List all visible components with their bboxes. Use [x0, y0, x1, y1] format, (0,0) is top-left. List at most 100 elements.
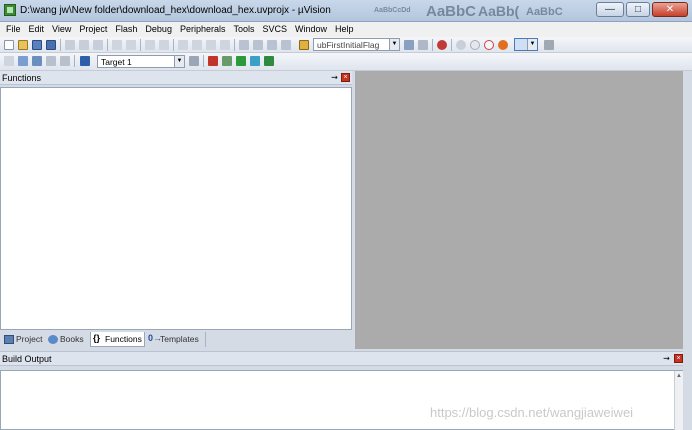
build-output-header: Build Output ⇝ ×	[0, 351, 692, 366]
pin-icon[interactable]: ⇝	[662, 354, 671, 363]
incremental-find-icon[interactable]	[418, 40, 428, 50]
prev-bookmark-icon[interactable]	[192, 40, 202, 50]
functions-icon: {}	[93, 333, 101, 343]
uncomment-icon[interactable]	[281, 40, 291, 50]
clear-bookmarks-icon[interactable]	[220, 40, 230, 50]
batch-build-icon[interactable]	[46, 56, 56, 66]
menu-view[interactable]: View	[48, 22, 75, 37]
menu-window[interactable]: Window	[291, 22, 331, 37]
menu-file[interactable]: File	[2, 22, 25, 37]
save-icon[interactable]	[32, 40, 42, 50]
cut-icon[interactable]	[65, 40, 75, 50]
chevron-down-icon[interactable]: ▼	[527, 39, 537, 50]
scroll-up-icon[interactable]: ▲	[675, 373, 683, 379]
find-combo[interactable]: ubFirstInitialFlag ▼	[313, 38, 400, 51]
disable-breakpoints-icon[interactable]	[484, 40, 494, 50]
menu-svcs[interactable]: SVCS	[259, 22, 292, 37]
build-icon[interactable]	[18, 56, 28, 66]
toolbar-separator	[451, 39, 452, 51]
watermark: https://blog.csdn.net/wangjiaweiwei	[430, 405, 634, 420]
functions-list[interactable]	[0, 87, 352, 330]
tab-templates[interactable]: 0→ Templates	[146, 332, 206, 347]
build-output-scrollbar[interactable]: ▲	[674, 371, 683, 430]
build-output-text[interactable]	[0, 370, 683, 430]
books-icon	[48, 335, 58, 344]
download-icon[interactable]	[80, 56, 90, 66]
toolbar-separator	[234, 39, 235, 51]
open-folder-icon[interactable]	[18, 40, 28, 50]
pack-installer-icon[interactable]	[264, 56, 274, 66]
tab-project[interactable]: Project	[2, 332, 45, 347]
stop-build-icon[interactable]	[60, 56, 70, 66]
ghost-style-3: AaBb(	[478, 3, 520, 19]
unindent-icon[interactable]	[253, 40, 263, 50]
target-options-icon[interactable]	[189, 56, 199, 66]
close-icon: ✕	[665, 4, 675, 15]
navigate-back-icon[interactable]	[145, 40, 155, 50]
menu-debug[interactable]: Debug	[141, 22, 176, 37]
minimize-icon: —	[605, 4, 615, 15]
tab-project-label: Project	[16, 334, 43, 344]
find-icon[interactable]	[404, 40, 414, 50]
kill-breakpoints-icon[interactable]	[498, 40, 508, 50]
file-toolbar: ubFirstInitialFlag ▼ ▼	[0, 37, 692, 53]
menu-project[interactable]: Project	[75, 22, 111, 37]
manage-project-items-icon[interactable]	[208, 56, 218, 66]
select-packs-icon[interactable]	[236, 56, 246, 66]
build-output-title: Build Output	[2, 354, 52, 364]
copy-icon[interactable]	[79, 40, 89, 50]
close-pane-icon[interactable]: ×	[341, 73, 350, 82]
tab-books[interactable]: Books	[46, 332, 89, 347]
menu-flash[interactable]: Flash	[111, 22, 141, 37]
redo-icon[interactable]	[126, 40, 136, 50]
undo-icon[interactable]	[112, 40, 122, 50]
window-title: D:\wang jw\New folder\download_hex\downl…	[20, 5, 331, 16]
close-pane-icon[interactable]: ×	[674, 354, 683, 363]
navigate-forward-icon[interactable]	[159, 40, 169, 50]
toolbar-separator	[173, 39, 174, 51]
new-file-icon[interactable]	[4, 40, 14, 50]
save-all-icon[interactable]	[46, 40, 56, 50]
comment-icon[interactable]	[267, 40, 277, 50]
project-icon	[4, 335, 14, 344]
find-combo-value: ubFirstInitialFlag	[317, 40, 380, 50]
chevron-down-icon[interactable]: ▼	[174, 56, 184, 67]
chevron-down-icon[interactable]: ▼	[389, 39, 399, 50]
find-in-files-icon[interactable]	[299, 40, 309, 50]
functions-pane-title: Functions	[2, 73, 42, 83]
bookmark-icon[interactable]	[178, 40, 188, 50]
close-window-button[interactable]: ✕	[652, 2, 688, 17]
background-ribbon-ghost: AaBbCcDd AaBbC AaBb( AaBbC	[360, 0, 590, 21]
manage-components-icon[interactable]	[222, 56, 232, 66]
toolbar-separator	[74, 55, 75, 67]
translate-icon[interactable]	[4, 56, 14, 66]
rebuild-icon[interactable]	[32, 56, 42, 66]
pin-icon[interactable]: ⇝	[330, 73, 339, 82]
window-layout-dropdown[interactable]: ▼	[514, 38, 538, 51]
menu-tools[interactable]: Tools	[229, 22, 258, 37]
build-toolbar: Target 1 ▼	[0, 53, 692, 71]
insert-breakpoint-icon[interactable]	[456, 40, 466, 50]
next-bookmark-icon[interactable]	[206, 40, 216, 50]
uvision-app-icon	[4, 4, 16, 16]
configure-icon[interactable]	[544, 40, 554, 50]
enable-breakpoint-icon[interactable]	[470, 40, 480, 50]
tab-functions-label: Functions	[105, 334, 142, 344]
paste-icon[interactable]	[93, 40, 103, 50]
maximize-button[interactable]: □	[626, 2, 650, 17]
menu-edit[interactable]: Edit	[25, 22, 49, 37]
window-right-edge	[683, 71, 692, 430]
templates-icon: 0→	[148, 333, 163, 343]
tab-books-label: Books	[60, 334, 84, 344]
menu-peripherals[interactable]: Peripherals	[176, 22, 230, 37]
indent-icon[interactable]	[239, 40, 249, 50]
minimize-button[interactable]: —	[596, 2, 624, 17]
debug-session-icon[interactable]	[437, 40, 447, 50]
tab-functions[interactable]: {} Functions	[90, 332, 145, 347]
run-time-environment-icon[interactable]	[250, 56, 260, 66]
menu-help[interactable]: Help	[331, 22, 358, 37]
ghost-style-2: AaBbC	[426, 3, 477, 20]
target-select[interactable]: Target 1 ▼	[97, 55, 185, 68]
toolbar-separator	[203, 55, 204, 67]
title-bar: D:\wang jw\New folder\download_hex\downl…	[0, 0, 692, 22]
